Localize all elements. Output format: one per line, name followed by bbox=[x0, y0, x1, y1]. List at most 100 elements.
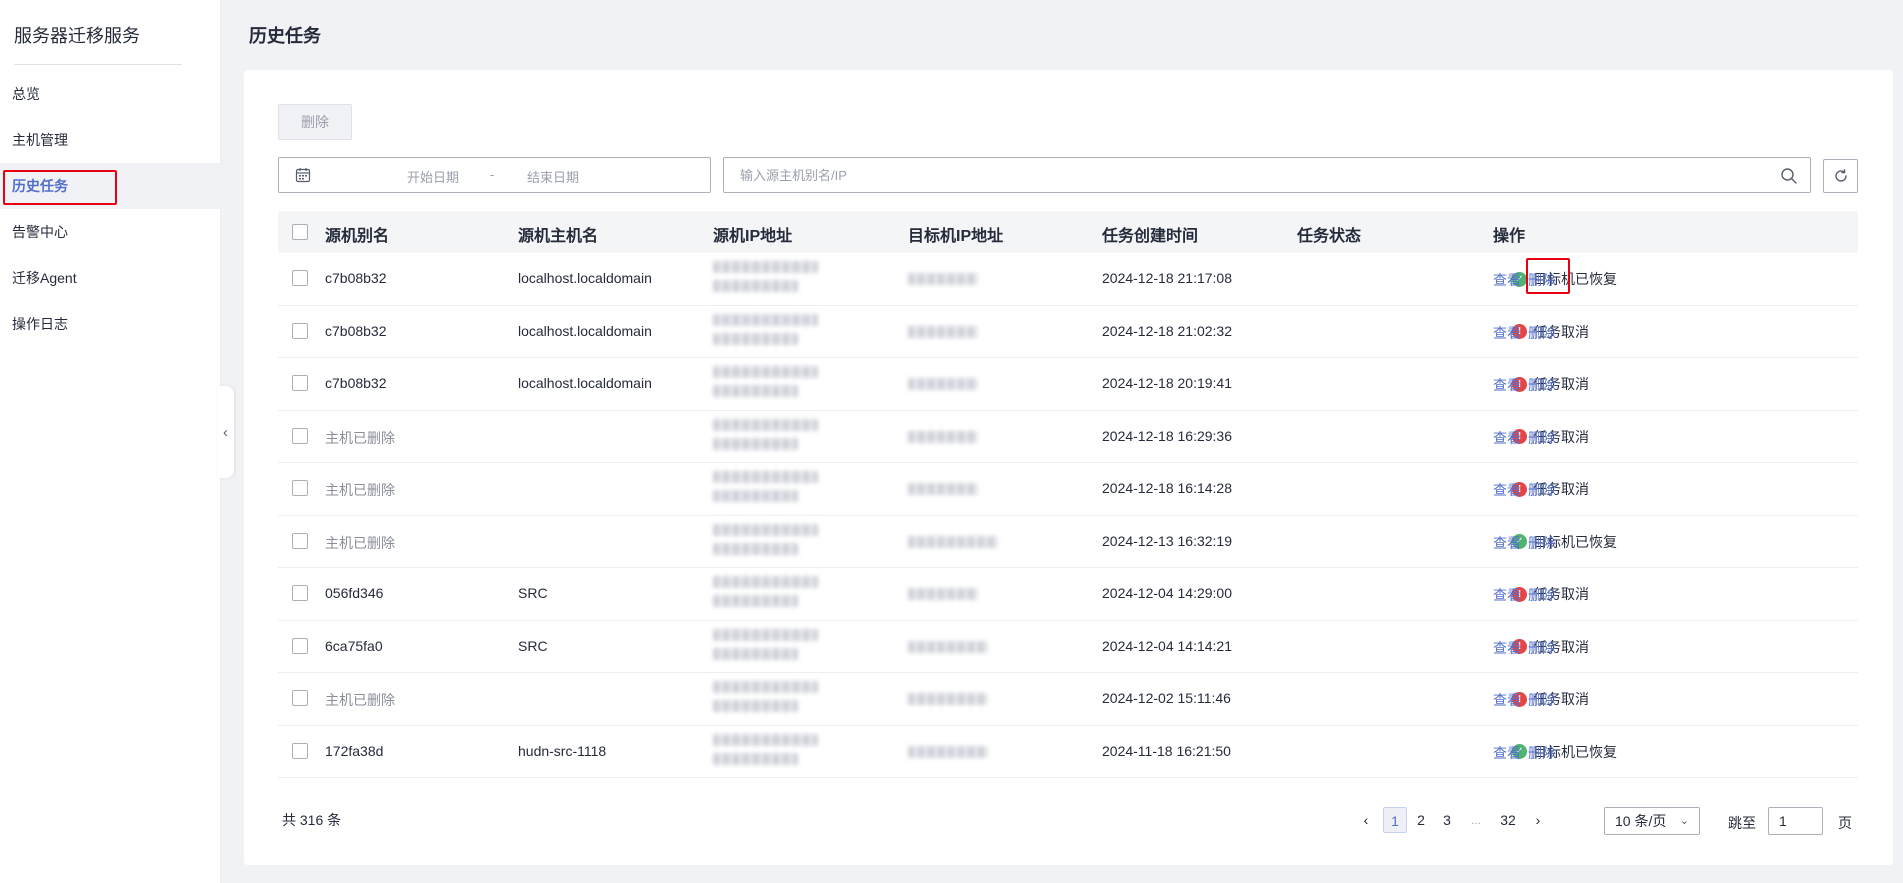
target-ip-redacted bbox=[908, 535, 998, 548]
source-alias: c7b08b32 bbox=[325, 270, 387, 286]
delete-link[interactable]: 删除 bbox=[1528, 480, 1556, 500]
table-row: 主机已删除 2024-12-18 16:29:36! 任务取消 查看 删除 bbox=[278, 411, 1858, 463]
source-alias: 主机已删除 bbox=[325, 692, 395, 708]
source-ip-redacted bbox=[713, 418, 818, 431]
sidebar-item-alarm-center[interactable]: 告警中心 bbox=[0, 209, 221, 255]
delete-link[interactable]: 删除 bbox=[1528, 743, 1556, 763]
source-ip-redacted bbox=[713, 523, 818, 536]
source-alias: 6ca75fa0 bbox=[325, 637, 383, 654]
delete-link[interactable]: 删除 bbox=[1528, 638, 1556, 658]
created-time: 2024-12-18 20:19:41 bbox=[1102, 375, 1232, 391]
sidebar-collapse-button[interactable]: ‹ bbox=[217, 386, 234, 478]
delete-link[interactable]: 删除 bbox=[1528, 690, 1556, 710]
column-header-created-time: 任务创建时间 bbox=[1102, 228, 1199, 245]
delete-link[interactable]: 删除 bbox=[1528, 585, 1556, 605]
created-time: 2024-12-18 16:29:36 bbox=[1102, 427, 1232, 444]
delete-link[interactable]: 删除 bbox=[1528, 428, 1556, 448]
source-ip-redacted bbox=[713, 542, 798, 555]
table-row: 172fa38d hudn-src-1118 2024-11-18 16:21:50… bbox=[278, 726, 1858, 778]
start-date-input[interactable]: 开始日期 bbox=[407, 167, 459, 186]
source-ip-redacted bbox=[713, 261, 818, 273]
search-input[interactable] bbox=[724, 158, 1810, 192]
date-range-picker[interactable]: 开始日期 - 结束日期 bbox=[278, 157, 711, 193]
row-checkbox[interactable] bbox=[292, 322, 308, 339]
jump-page-input[interactable]: 1 bbox=[1768, 807, 1823, 835]
sidebar-item-host-management[interactable]: 主机管理 bbox=[0, 117, 221, 163]
target-ip-redacted bbox=[908, 430, 978, 443]
sidebar-item-overview[interactable]: 总览 bbox=[0, 71, 221, 117]
sidebar-item-operation-log[interactable]: 操作日志 bbox=[0, 301, 221, 347]
created-time: 2024-12-04 14:14:21 bbox=[1102, 637, 1232, 654]
calendar-icon bbox=[295, 168, 311, 183]
page-ellipsis[interactable]: ... bbox=[1464, 807, 1488, 833]
refresh-button[interactable] bbox=[1823, 159, 1858, 193]
batch-delete-button[interactable]: 删除 bbox=[278, 104, 352, 140]
row-checkbox[interactable] bbox=[292, 375, 308, 391]
view-link[interactable]: 查看 bbox=[1493, 375, 1521, 395]
row-checkbox[interactable] bbox=[292, 585, 308, 601]
delete-link[interactable]: 删除 bbox=[1528, 375, 1556, 395]
source-ip-redacted bbox=[713, 280, 798, 292]
end-date-input[interactable]: 结束日期 bbox=[527, 167, 579, 186]
view-link[interactable]: 查看 bbox=[1493, 743, 1521, 763]
table-row: 056fd346 SRC 2024-12-04 14:29:00! 任务取消 查看 删除 bbox=[278, 568, 1858, 621]
prev-page-button[interactable]: ‹ bbox=[1354, 807, 1378, 833]
sidebar-item-history-tasks[interactable]: 历史任务 bbox=[0, 163, 221, 209]
source-alias: c7b08b32 bbox=[325, 375, 387, 391]
source-ip-redacted bbox=[713, 490, 798, 502]
source-ip-redacted bbox=[713, 366, 818, 378]
delete-link[interactable]: 删除 bbox=[1528, 533, 1556, 553]
next-page-button[interactable]: › bbox=[1526, 807, 1550, 833]
source-alias: 056fd346 bbox=[325, 585, 384, 601]
page-title: 历史任务 bbox=[249, 26, 321, 46]
column-header-task-status: 任务状态 bbox=[1297, 228, 1362, 245]
page-size-select[interactable]: 10 条/页 ⌄ bbox=[1604, 807, 1700, 835]
source-ip-redacted bbox=[713, 332, 798, 345]
view-link[interactable]: 查看 bbox=[1493, 585, 1521, 605]
table-row: 主机已删除 2024-12-02 15:11:46! 任务取消 查看 删除 bbox=[278, 673, 1858, 726]
view-link[interactable]: 查看 bbox=[1493, 533, 1521, 553]
column-header-target-ip: 目标机IP地址 bbox=[908, 228, 1004, 245]
column-header-operations: 操作 bbox=[1493, 228, 1526, 245]
view-link[interactable]: 查看 bbox=[1493, 270, 1521, 290]
column-header-source-alias: 源机别名 bbox=[325, 228, 390, 245]
page-number-32[interactable]: 32 bbox=[1496, 807, 1520, 833]
select-all-checkbox[interactable] bbox=[292, 224, 308, 240]
view-link[interactable]: 查看 bbox=[1493, 690, 1521, 710]
target-ip-redacted bbox=[908, 483, 978, 495]
jump-label: 跳至 bbox=[1728, 815, 1756, 831]
table-header: 源机别名 源机主机名 源机IP地址 目标机IP地址 任务创建时间 任务状态 操作 bbox=[278, 211, 1858, 253]
page-number-1[interactable]: 1 bbox=[1383, 807, 1407, 833]
source-ip-redacted bbox=[713, 471, 818, 483]
view-link[interactable]: 查看 bbox=[1493, 480, 1521, 500]
view-link[interactable]: 查看 bbox=[1493, 428, 1521, 448]
created-time: 2024-12-13 16:32:19 bbox=[1102, 532, 1232, 549]
delete-link[interactable]: 删除 bbox=[1528, 270, 1556, 290]
source-ip-redacted bbox=[713, 700, 798, 712]
row-checkbox[interactable] bbox=[292, 637, 308, 654]
row-checkbox[interactable] bbox=[292, 742, 308, 759]
sidebar-title: 服务器迁移服务 bbox=[14, 26, 140, 46]
row-checkbox[interactable] bbox=[292, 690, 308, 706]
page-unit-label: 页 bbox=[1838, 815, 1852, 831]
row-checkbox[interactable] bbox=[292, 270, 308, 286]
row-checkbox[interactable] bbox=[292, 427, 308, 444]
sidebar-item-migration-agent[interactable]: 迁移Agent bbox=[0, 255, 221, 301]
source-ip-redacted bbox=[713, 595, 798, 607]
search-icon[interactable] bbox=[1780, 167, 1798, 185]
view-link[interactable]: 查看 bbox=[1493, 323, 1521, 343]
chevron-down-icon: ⌄ bbox=[1679, 815, 1689, 827]
page-number-3[interactable]: 3 bbox=[1435, 807, 1459, 833]
row-checkbox[interactable] bbox=[292, 532, 308, 549]
page-size-value: 10 条/页 bbox=[1615, 813, 1667, 829]
row-checkbox[interactable] bbox=[292, 480, 308, 496]
source-hostname: SRC bbox=[518, 637, 548, 654]
source-alias: c7b08b32 bbox=[325, 322, 387, 339]
delete-link[interactable]: 删除 bbox=[1528, 323, 1556, 343]
created-time: 2024-12-02 15:11:46 bbox=[1102, 690, 1231, 706]
source-ip-redacted bbox=[713, 752, 798, 765]
page-number-2[interactable]: 2 bbox=[1409, 807, 1433, 833]
table-row: c7b08b32 localhost.localdomain 2024-12-18 … bbox=[278, 253, 1858, 306]
source-hostname: localhost.localdomain bbox=[518, 322, 652, 339]
view-link[interactable]: 查看 bbox=[1493, 638, 1521, 658]
